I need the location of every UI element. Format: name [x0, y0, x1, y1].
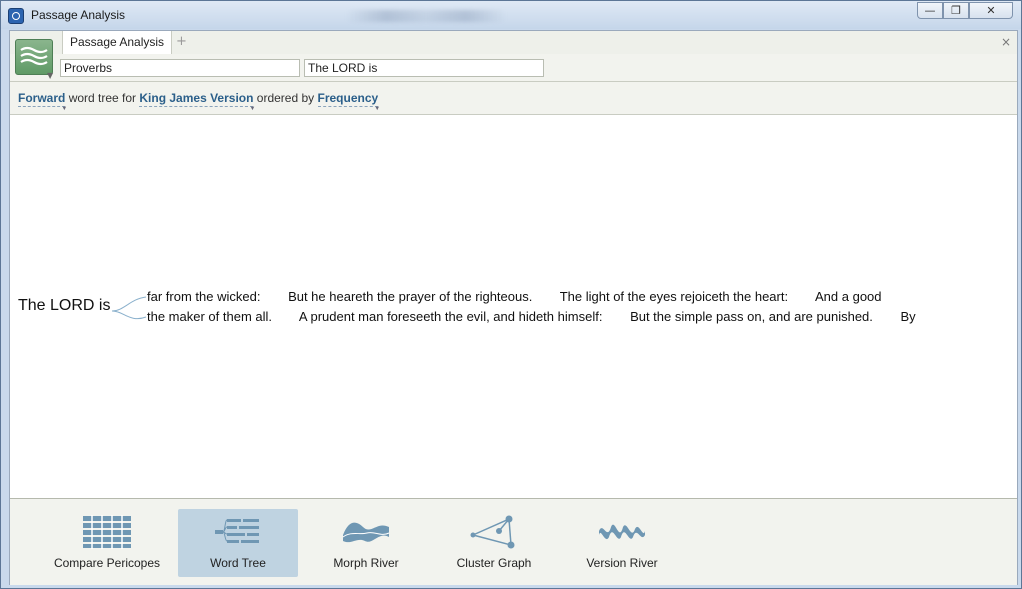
minimize-button[interactable]: —: [917, 2, 943, 19]
inputs-row: Proverbs The LORD is: [10, 54, 1017, 82]
branch-connector: [111, 296, 147, 320]
branch-segment[interactable]: And a good: [815, 289, 882, 304]
window-controls: — ❐ ✕: [917, 2, 1013, 21]
branch-segment[interactable]: By: [901, 309, 916, 324]
order-label: Frequency: [317, 91, 379, 105]
view-label: Word Tree: [210, 556, 266, 570]
view-word-tree[interactable]: Word Tree: [178, 509, 298, 577]
view-label: Morph River: [333, 556, 399, 570]
view-morph-river[interactable]: Morph River: [306, 509, 426, 577]
word-tree-icon: [215, 519, 259, 543]
search-input[interactable]: The LORD is: [304, 59, 544, 77]
view-label: Version River: [586, 556, 658, 570]
add-tab-icon[interactable]: +: [176, 34, 187, 49]
visualization-picker: Compare Pericopes Word Tree Morph River …: [10, 498, 1017, 585]
tab-strip: Passage Analysis + ×: [10, 31, 1017, 55]
version-dropdown[interactable]: King James Version ▼: [139, 91, 255, 112]
branch-segment[interactable]: far from the wicked:: [147, 289, 260, 304]
app-logo-icon: [8, 8, 24, 24]
direction-dropdown[interactable]: Forward ▼: [18, 91, 67, 112]
panel-menu-button[interactable]: [15, 39, 53, 75]
title-bar[interactable]: Passage Analysis — ❐ ✕: [1, 1, 1021, 29]
version-label: King James Version: [139, 91, 254, 105]
settings-text-2: ordered by: [256, 91, 315, 105]
word-tree-root[interactable]: The LORD is: [18, 297, 110, 315]
tree-branch-1: far from the wicked: But he heareth the …: [147, 289, 906, 304]
chevron-down-icon: ▼: [47, 71, 54, 80]
panel-content: Passage Analysis + × Proverbs The LORD i…: [9, 30, 1018, 585]
settings-text-1: word tree for: [68, 91, 137, 105]
tab-passage-analysis[interactable]: Passage Analysis: [62, 31, 172, 54]
order-dropdown[interactable]: Frequency ▼: [317, 91, 380, 112]
chevron-down-icon: ▼: [249, 106, 256, 112]
settings-row: Forward ▼ word tree for King James Versio…: [10, 82, 1017, 115]
app-window: Passage Analysis — ❐ ✕ Passage Analysis …: [0, 0, 1022, 589]
view-label: Compare Pericopes: [53, 556, 161, 570]
version-river-icon: [599, 524, 645, 540]
view-version-river[interactable]: Version River: [562, 509, 682, 577]
view-compare-pericopes[interactable]: Compare Pericopes: [47, 509, 167, 577]
chevron-down-icon: ▼: [374, 106, 381, 112]
word-tree-canvas: The LORD is far from the wicked: But he …: [10, 115, 1017, 498]
branch-segment[interactable]: the maker of them all.: [147, 309, 272, 324]
view-label: Cluster Graph: [456, 556, 532, 570]
waves-icon: [20, 46, 48, 66]
compare-pericopes-icon: [83, 515, 131, 549]
close-icon: ✕: [986, 4, 996, 17]
window-title: Passage Analysis: [31, 8, 126, 22]
tree-branch-2: the maker of them all. A prudent man for…: [147, 309, 940, 324]
view-cluster-graph[interactable]: Cluster Graph: [434, 509, 554, 577]
morph-river-icon: [342, 522, 390, 543]
minimize-icon: —: [924, 4, 936, 17]
direction-label: Forward: [18, 91, 66, 105]
restore-button[interactable]: ❐: [943, 2, 969, 19]
close-window-button[interactable]: ✕: [969, 2, 1013, 19]
branch-segment[interactable]: But he heareth the prayer of the righteo…: [288, 289, 532, 304]
close-panel-icon[interactable]: ×: [1001, 35, 1011, 49]
cluster-graph-icon: [470, 515, 515, 549]
blurred-menu-strip: [346, 10, 506, 22]
restore-icon: ❐: [951, 4, 961, 17]
chevron-down-icon: ▼: [61, 106, 68, 112]
branch-segment[interactable]: But the simple pass on, and are punished…: [630, 309, 873, 324]
reference-input[interactable]: Proverbs: [60, 59, 300, 77]
branch-segment[interactable]: A prudent man foreseeth the evil, and hi…: [299, 309, 603, 324]
branch-segment[interactable]: The light of the eyes rejoiceth the hear…: [560, 289, 788, 304]
